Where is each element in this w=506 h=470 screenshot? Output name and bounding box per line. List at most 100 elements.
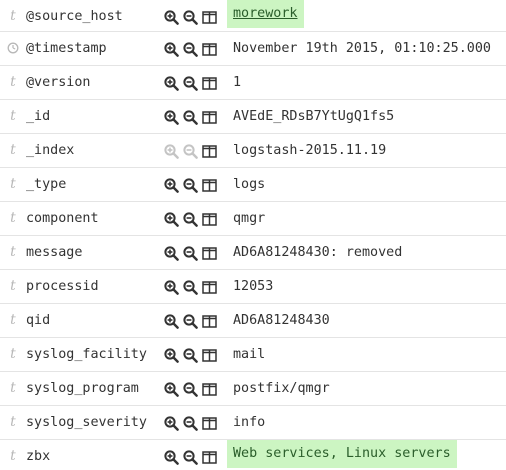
field-actions xyxy=(164,245,217,261)
field-value: 1 xyxy=(233,75,242,90)
magnifier-minus-icon xyxy=(183,143,198,159)
field-name: @version xyxy=(26,75,91,90)
field-value: Web services, Linux servers xyxy=(227,440,457,468)
column-toggle-icon[interactable] xyxy=(202,212,217,227)
magnifier-plus-icon[interactable] xyxy=(164,245,179,261)
column-toggle-icon[interactable] xyxy=(202,144,217,159)
field-row: t syslog_facility mail xyxy=(0,338,506,372)
magnifier-minus-icon[interactable] xyxy=(183,415,198,431)
field-actions xyxy=(164,211,217,227)
field-value: logstash-2015.11.19 xyxy=(233,143,387,158)
field-name: syslog_facility xyxy=(26,347,147,362)
field-actions xyxy=(164,177,217,193)
magnifier-plus-icon[interactable] xyxy=(164,449,179,465)
magnifier-plus-icon[interactable] xyxy=(164,41,179,57)
field-actions xyxy=(164,9,217,25)
magnifier-minus-icon[interactable] xyxy=(183,347,198,363)
field-name: _type xyxy=(26,177,67,192)
field-name: component xyxy=(26,211,99,226)
field-value: AVEdE_RDsB7YtUgQ1fs5 xyxy=(233,109,395,124)
field-row: @timestamp November 19th 2015, 01:10:25.0… xyxy=(0,32,506,66)
field-actions xyxy=(164,143,217,159)
field-actions xyxy=(164,75,217,91)
magnifier-minus-icon[interactable] xyxy=(183,75,198,91)
column-toggle-icon[interactable] xyxy=(202,280,217,295)
field-name: syslog_severity xyxy=(26,415,147,430)
column-toggle-icon[interactable] xyxy=(202,10,217,25)
magnifier-minus-icon[interactable] xyxy=(183,449,198,465)
field-value: info xyxy=(233,415,266,430)
field-actions xyxy=(164,449,217,465)
column-toggle-icon[interactable] xyxy=(202,348,217,363)
magnifier-plus-icon[interactable] xyxy=(164,415,179,431)
field-actions xyxy=(164,279,217,295)
string-type-icon: t xyxy=(10,176,16,192)
magnifier-minus-icon[interactable] xyxy=(183,9,198,25)
string-type-icon: t xyxy=(10,380,16,396)
field-value-link[interactable]: morework xyxy=(227,0,304,28)
magnifier-plus-icon[interactable] xyxy=(164,347,179,363)
field-actions xyxy=(164,41,217,57)
field-name: message xyxy=(26,245,83,260)
column-toggle-icon[interactable] xyxy=(202,246,217,261)
column-toggle-icon[interactable] xyxy=(202,110,217,125)
column-toggle-icon[interactable] xyxy=(202,42,217,57)
magnifier-minus-icon[interactable] xyxy=(183,279,198,295)
field-name: _index xyxy=(26,143,75,158)
field-value: 12053 xyxy=(233,279,274,294)
field-actions xyxy=(164,381,217,397)
magnifier-minus-icon[interactable] xyxy=(183,313,198,329)
magnifier-plus-icon[interactable] xyxy=(164,279,179,295)
string-type-icon: t xyxy=(10,8,16,24)
field-name: @source_host xyxy=(26,9,123,24)
field-value: AD6A81248430 xyxy=(233,313,330,328)
field-value: logs xyxy=(233,177,266,192)
magnifier-plus-icon[interactable] xyxy=(164,109,179,125)
field-name: processid xyxy=(26,279,99,294)
string-type-icon: t xyxy=(10,414,16,430)
field-actions xyxy=(164,347,217,363)
field-value: mail xyxy=(233,347,266,362)
column-toggle-icon[interactable] xyxy=(202,178,217,193)
string-type-icon: t xyxy=(10,108,16,124)
column-toggle-icon[interactable] xyxy=(202,416,217,431)
field-row: t @version 1 xyxy=(0,66,506,100)
magnifier-minus-icon[interactable] xyxy=(183,109,198,125)
magnifier-plus-icon[interactable] xyxy=(164,9,179,25)
magnifier-plus-icon[interactable] xyxy=(164,381,179,397)
magnifier-plus-icon[interactable] xyxy=(164,211,179,227)
field-name: _id xyxy=(26,109,51,124)
magnifier-minus-icon[interactable] xyxy=(183,211,198,227)
field-value: AD6A81248430: removed xyxy=(233,245,403,260)
magnifier-minus-icon[interactable] xyxy=(183,41,198,57)
field-name: zbx xyxy=(26,449,51,464)
string-type-icon: t xyxy=(10,278,16,294)
column-toggle-icon[interactable] xyxy=(202,314,217,329)
magnifier-plus-icon[interactable] xyxy=(164,177,179,193)
string-type-icon: t xyxy=(10,210,16,226)
field-row: t _id AVEdE_RDsB7YtUgQ1fs5 xyxy=(0,100,506,134)
field-value: postfix/qmgr xyxy=(233,381,330,396)
magnifier-minus-icon[interactable] xyxy=(183,381,198,397)
string-type-icon: t xyxy=(10,448,16,464)
string-type-icon: t xyxy=(10,74,16,90)
magnifier-plus-icon[interactable] xyxy=(164,75,179,91)
column-toggle-icon[interactable] xyxy=(202,450,217,465)
field-name: syslog_program xyxy=(26,381,139,396)
field-row: t qid AD6A81248430 xyxy=(0,304,506,338)
field-row: t zbx Web services, Linux servers xyxy=(0,440,506,470)
field-value: qmgr xyxy=(233,211,266,226)
document-field-table: t @source_host morework @timestamp November … xyxy=(0,0,506,470)
magnifier-minus-icon[interactable] xyxy=(183,177,198,193)
column-toggle-icon[interactable] xyxy=(202,382,217,397)
clock-icon xyxy=(7,42,19,56)
magnifier-plus-icon[interactable] xyxy=(164,313,179,329)
field-value: November 19th 2015, 01:10:25.000 xyxy=(233,41,491,56)
field-actions xyxy=(164,415,217,431)
column-toggle-icon[interactable] xyxy=(202,76,217,91)
magnifier-plus-icon xyxy=(164,143,179,159)
magnifier-minus-icon[interactable] xyxy=(183,245,198,261)
field-row: t _index logstash-2015.11.19 xyxy=(0,134,506,168)
string-type-icon: t xyxy=(10,312,16,328)
string-type-icon: t xyxy=(10,346,16,362)
